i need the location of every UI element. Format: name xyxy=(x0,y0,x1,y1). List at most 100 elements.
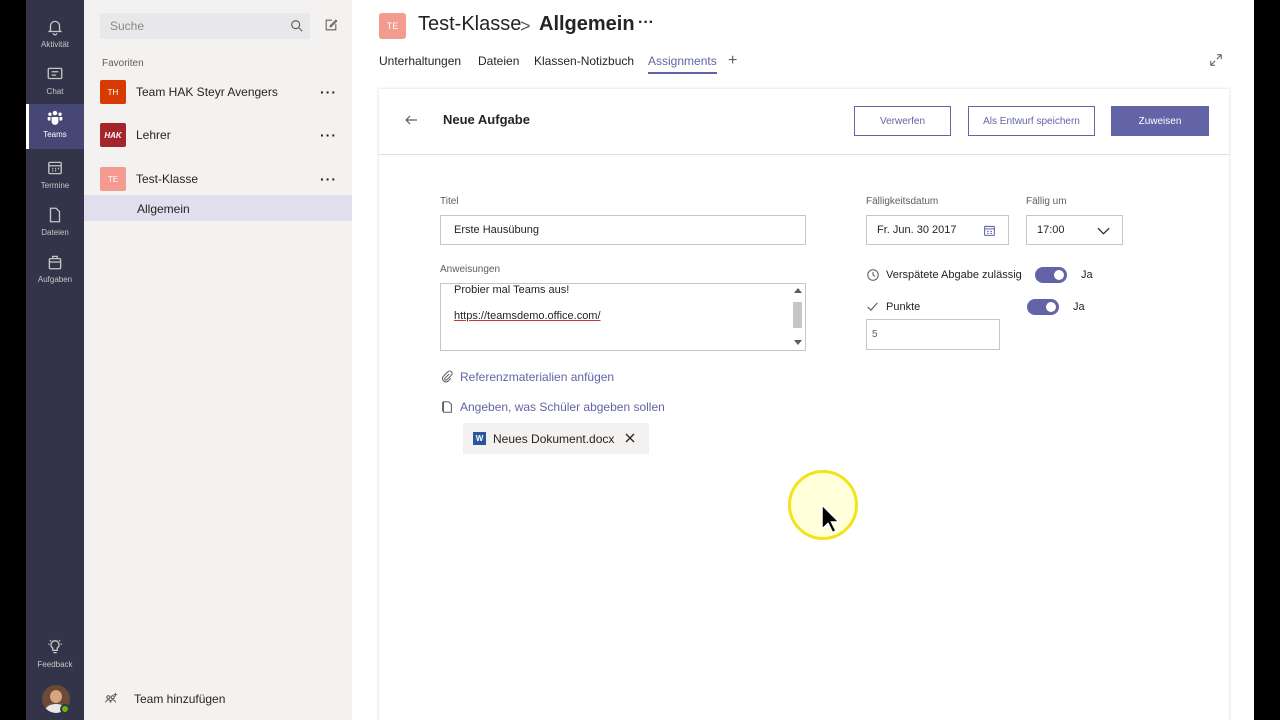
scroll-down-icon[interactable] xyxy=(794,340,802,345)
team-name: Team HAK Steyr Avengers xyxy=(136,85,278,99)
due-time-value: 17:00 xyxy=(1037,224,1065,236)
channel-more-icon[interactable]: ··· xyxy=(638,14,654,32)
assignment-header: Neue Aufgabe Verwerfen Als Entwurf speic… xyxy=(379,89,1229,155)
presence-indicator xyxy=(60,704,70,714)
scrollbar[interactable] xyxy=(790,284,805,350)
favorites-heading: Favoriten xyxy=(102,58,144,69)
more-options-icon[interactable]: ··· xyxy=(320,127,337,143)
clock-icon xyxy=(867,269,879,281)
search-placeholder: Suche xyxy=(110,19,145,33)
avatar-face xyxy=(50,690,62,703)
team-row[interactable]: HAK Lehrer ··· xyxy=(84,117,352,153)
tab-assignments[interactable]: Assignments xyxy=(648,54,717,74)
attachment-name: Neues Dokument.docx xyxy=(493,432,615,446)
calendar-icon[interactable] xyxy=(983,224,996,237)
checkmark-icon xyxy=(867,302,878,311)
add-reference-label: Referenzmaterialien anfügen xyxy=(460,370,615,384)
rail-label: Aktivität xyxy=(40,40,69,49)
back-arrow-icon[interactable] xyxy=(403,112,419,128)
specify-submission-label: Angeben, was Schüler abgeben sollen xyxy=(460,400,665,414)
late-submission-value: Ja xyxy=(1081,269,1093,281)
more-options-icon[interactable]: ··· xyxy=(320,171,337,187)
points-toggle[interactable] xyxy=(1027,299,1059,315)
instructions-text: Probier mal Teams aus! xyxy=(454,284,570,296)
close-icon[interactable] xyxy=(624,432,636,444)
team-logo: HAK xyxy=(100,123,126,147)
discard-button[interactable]: Verwerfen xyxy=(854,106,951,136)
title-field[interactable]: Erste Hausübung xyxy=(440,215,806,245)
channel-name: Allgemein xyxy=(137,202,190,216)
expand-icon[interactable] xyxy=(1209,53,1223,67)
left-letterbox xyxy=(0,0,26,720)
team-row[interactable]: TE Test-Klasse ··· xyxy=(84,161,352,197)
lightbulb-icon xyxy=(48,639,62,654)
breadcrumb-separator: > xyxy=(520,16,531,36)
add-reference-link[interactable]: Referenzmaterialien anfügen xyxy=(440,370,614,384)
points-field[interactable]: 5 xyxy=(866,319,1000,350)
team-name: Test-Klasse xyxy=(136,172,199,186)
search-input[interactable]: Suche xyxy=(100,13,310,39)
rail-label: Aufgaben xyxy=(37,275,73,284)
tab-klassen-notizbuch[interactable]: Klassen-Notizbuch xyxy=(534,54,634,72)
points-label: Punkte xyxy=(886,301,921,313)
instructions-label: Anweisungen xyxy=(440,264,501,275)
bell-icon xyxy=(47,20,63,36)
teams-sidebar: Suche Favoriten TH Team HAK Steyr Avenge… xyxy=(84,0,352,720)
tab-unterhaltungen[interactable]: Unterhaltungen xyxy=(379,54,461,72)
tab-dateien[interactable]: Dateien xyxy=(478,54,519,72)
rail-item-activity[interactable]: Aktivität xyxy=(26,14,84,60)
briefcase-icon xyxy=(48,255,62,270)
team-avatar: TH xyxy=(100,80,126,104)
paperclip-icon xyxy=(442,370,453,383)
rail-item-teams[interactable]: Teams xyxy=(26,104,84,149)
assignment-title: Neue Aufgabe xyxy=(443,112,530,127)
channel-team-avatar: TE xyxy=(379,13,406,39)
due-time-label: Fällig um xyxy=(1026,196,1067,207)
search-icon[interactable] xyxy=(290,19,304,33)
word-document-icon: W xyxy=(473,432,486,445)
save-draft-button[interactable]: Als Entwurf speichern xyxy=(968,106,1095,136)
due-date-field[interactable]: Fr. Jun. 30 2017 xyxy=(866,215,1009,245)
add-team-label: Team hinzufügen xyxy=(134,692,226,706)
rail-label: Dateien xyxy=(41,228,69,237)
right-letterbox xyxy=(1254,0,1280,720)
scroll-up-icon[interactable] xyxy=(794,288,802,293)
specify-submission-link[interactable]: Angeben, was Schüler abgeben sollen xyxy=(440,400,665,414)
rail-label: Termine xyxy=(40,181,70,190)
instructions-link[interactable]: https://teamsdemo.office.com/ xyxy=(454,310,601,322)
assignment-form: Neue Aufgabe Verwerfen Als Entwurf speic… xyxy=(379,89,1229,720)
team-name: Lehrer xyxy=(136,128,171,142)
app-rail: Aktivität Chat Teams Termine Dateien Auf… xyxy=(26,0,84,720)
teams-icon xyxy=(47,110,63,125)
rail-item-feedback[interactable]: Feedback xyxy=(26,634,84,680)
chevron-down-icon xyxy=(1097,227,1110,235)
points-toggle-value: Ja xyxy=(1073,301,1085,313)
add-team-icon xyxy=(105,692,118,703)
channel-item-allgemein[interactable]: Allgemein xyxy=(84,195,352,221)
rail-item-files[interactable]: Dateien xyxy=(26,202,84,248)
assign-button[interactable]: Zuweisen xyxy=(1111,106,1209,136)
team-row[interactable]: TH Team HAK Steyr Avengers ··· xyxy=(84,74,352,110)
document-icon xyxy=(442,401,452,413)
instructions-field[interactable]: Probier mal Teams aus! https://teamsdemo… xyxy=(440,283,806,351)
rail-label: Feedback xyxy=(37,660,73,669)
due-time-select[interactable]: 17:00 xyxy=(1026,215,1123,245)
late-submission-toggle[interactable] xyxy=(1035,267,1067,283)
rail-item-chat[interactable]: Chat xyxy=(26,61,84,107)
mouse-pointer-icon xyxy=(821,504,841,534)
late-submission-label: Verspätete Abgabe zulässig xyxy=(886,269,1022,281)
attachment-chip[interactable]: W Neues Dokument.docx xyxy=(463,423,649,454)
more-options-icon[interactable]: ··· xyxy=(320,84,337,100)
compose-icon[interactable] xyxy=(324,18,338,32)
add-tab-icon[interactable]: + xyxy=(728,52,737,70)
due-date-value: Fr. Jun. 30 2017 xyxy=(877,224,957,236)
due-date-label: Fälligkeitsdatum xyxy=(866,196,939,207)
add-team-button[interactable]: Team hinzufügen xyxy=(104,690,225,708)
rail-item-calendar[interactable]: Termine xyxy=(26,155,84,201)
page-title-channel: Allgemein xyxy=(539,13,635,35)
team-avatar: TE xyxy=(100,167,126,191)
rail-item-tasks[interactable]: Aufgaben xyxy=(26,249,84,295)
rail-label: Teams xyxy=(43,130,67,139)
calendar-icon xyxy=(48,161,62,175)
scroll-thumb[interactable] xyxy=(793,302,802,328)
